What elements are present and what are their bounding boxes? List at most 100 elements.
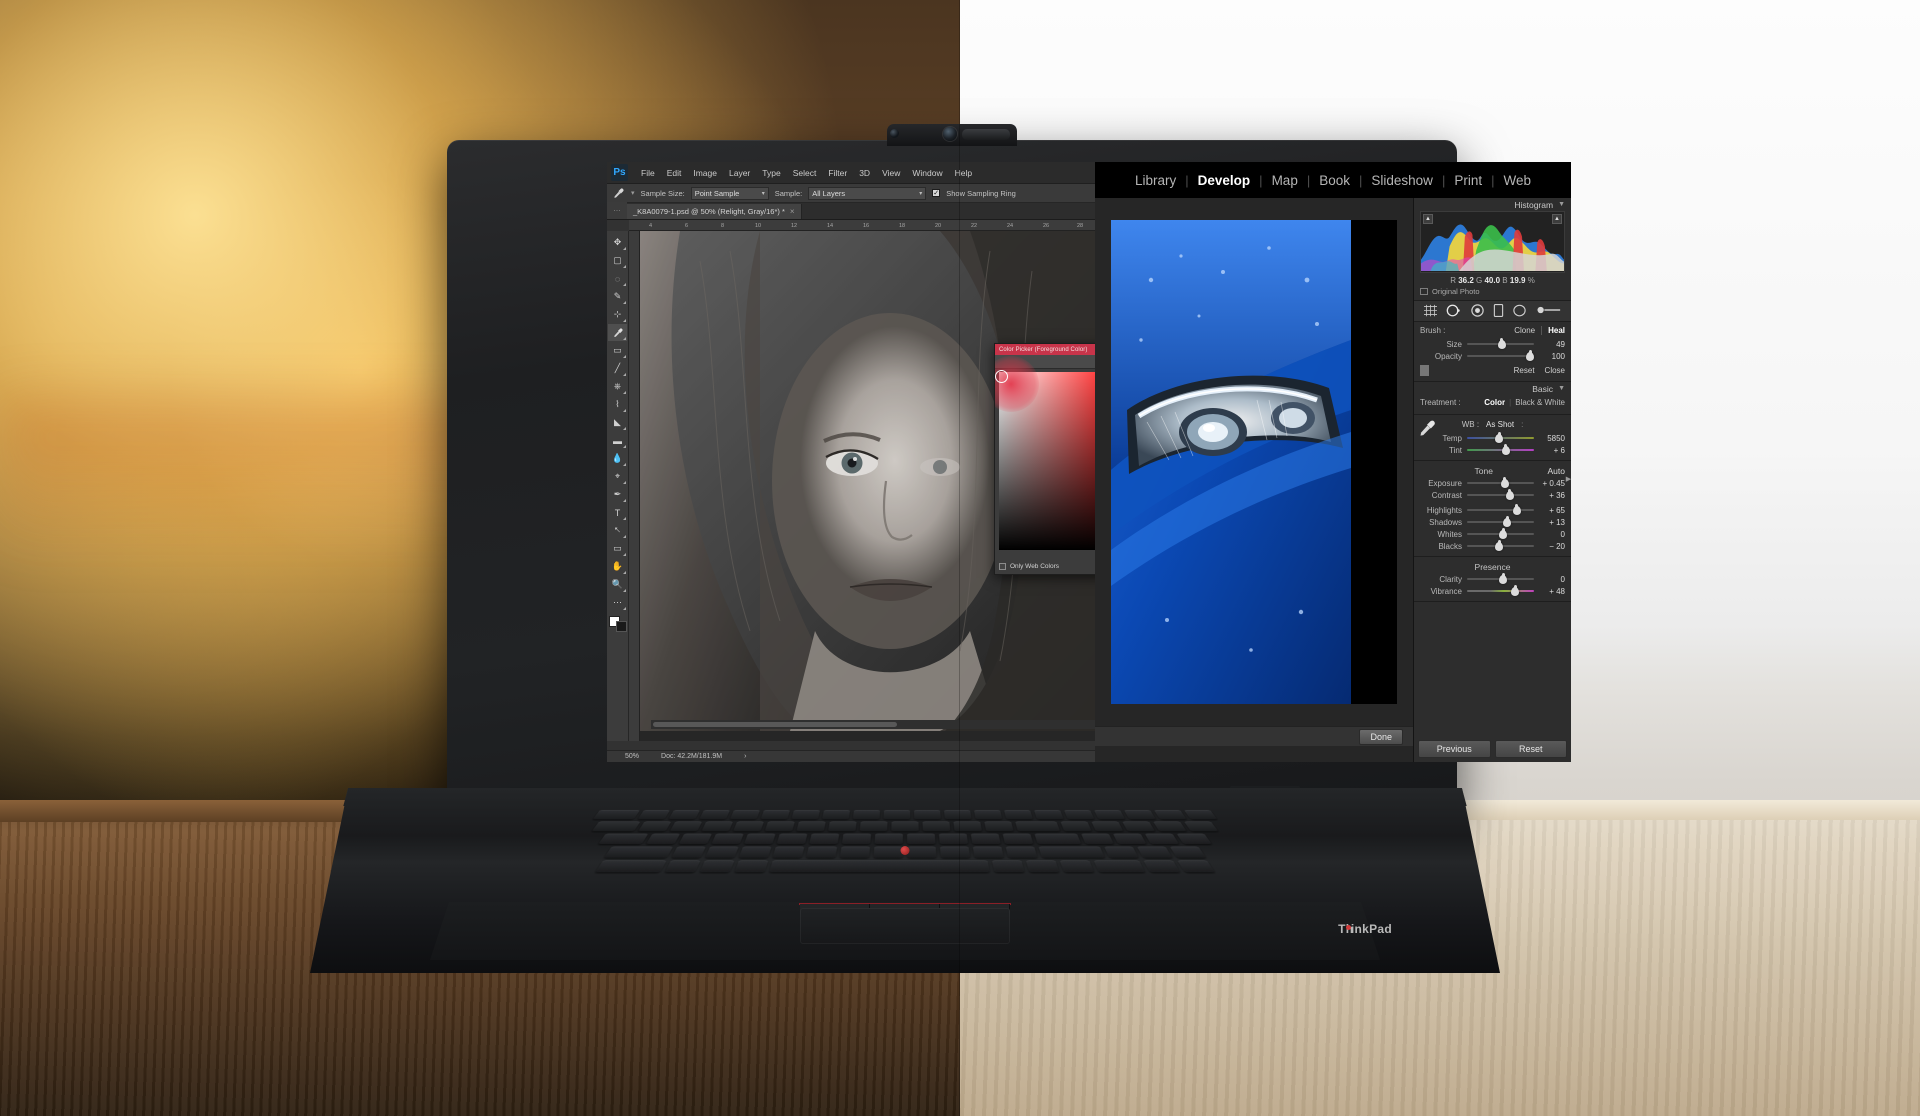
path-select-tool-icon[interactable]: ⭦	[608, 522, 627, 539]
tool-overlay-icon[interactable]	[1420, 365, 1429, 376]
graduated-filter-icon[interactable]	[1493, 303, 1504, 320]
clarity-slider[interactable]	[1467, 573, 1534, 585]
shape-tool-icon[interactable]: ▭	[608, 540, 627, 557]
module-slideshow[interactable]: Slideshow	[1362, 173, 1442, 188]
menu-image[interactable]: Image	[687, 168, 723, 178]
basic-panel-header[interactable]: Basic ▼	[1414, 382, 1571, 395]
more-tools-icon[interactable]: ⋯	[608, 594, 627, 611]
original-photo-row[interactable]: Original Photo	[1414, 287, 1571, 300]
clone-stamp-tool-icon[interactable]: ⎈	[608, 378, 627, 395]
keyboard[interactable]	[318, 810, 1493, 873]
module-web[interactable]: Web	[1494, 173, 1540, 188]
color-swatches[interactable]	[608, 616, 627, 632]
opacity-slider[interactable]	[1467, 350, 1534, 362]
spot-removal-icon[interactable]	[1446, 303, 1461, 320]
histogram-chart[interactable]: ▲ ▲	[1420, 211, 1565, 273]
module-map[interactable]: Map	[1263, 173, 1307, 188]
chevron-down-icon[interactable]: ▼	[1558, 201, 1565, 208]
module-library[interactable]: Library	[1126, 173, 1185, 188]
gradient-tool-icon[interactable]: ▬	[608, 432, 627, 449]
exposure-slider[interactable]	[1467, 477, 1534, 489]
menu-edit[interactable]: Edit	[661, 168, 688, 178]
previous-button[interactable]: Previous	[1418, 740, 1491, 758]
car-headlight-photo[interactable]	[1111, 220, 1397, 704]
menu-file[interactable]: File	[635, 168, 661, 178]
eraser-tool-icon[interactable]: ◣	[608, 414, 627, 431]
status-expand-icon[interactable]: ›	[744, 753, 746, 760]
brush-reset-button[interactable]: Reset	[1514, 366, 1535, 375]
canvas-horizontal-scrollbar[interactable]	[651, 720, 1095, 729]
red-eye-icon[interactable]	[1470, 303, 1485, 320]
treatment-bw-button[interactable]: Black & White	[1515, 398, 1565, 407]
move-tool-icon[interactable]: ✥	[608, 234, 627, 251]
document-tab[interactable]: _K8A0079-1.psd @ 50% (Relight, Gray/16*)…	[627, 204, 802, 219]
close-icon[interactable]: ×	[790, 207, 795, 216]
healing-brush-tool-icon[interactable]: ▭	[608, 342, 627, 359]
wb-preset-value[interactable]: As Shot	[1486, 420, 1514, 429]
dodge-tool-icon[interactable]: ⌖	[608, 468, 627, 485]
adjustment-brush-icon[interactable]	[1536, 304, 1562, 318]
background-color-swatch[interactable]	[615, 621, 627, 632]
menu-layer[interactable]: Layer	[723, 168, 756, 178]
trackpoint-icon[interactable]	[900, 846, 910, 855]
panel-collapse-arrow-icon[interactable]: ▶	[1565, 468, 1571, 490]
done-button[interactable]: Done	[1359, 728, 1403, 745]
pen-tool-icon[interactable]: ✒	[608, 486, 627, 503]
eyedropper-icon[interactable]	[612, 187, 625, 200]
wb-chevron-icon[interactable]: :	[1521, 420, 1523, 429]
sample-select[interactable]: All Layers ▾	[808, 186, 927, 200]
quick-select-tool-icon[interactable]: ✎	[608, 288, 627, 305]
history-brush-tool-icon[interactable]: ⌇	[608, 396, 627, 413]
module-develop[interactable]: Develop	[1189, 173, 1260, 188]
heal-button[interactable]: Heal	[1542, 326, 1565, 335]
only-web-colors-row[interactable]: Only Web Colors	[999, 563, 1059, 570]
menu-filter[interactable]: Filter	[822, 168, 853, 178]
crop-tool-icon[interactable]: ⊹	[608, 306, 627, 323]
menu-select[interactable]: Select	[787, 168, 823, 178]
hand-tool-icon[interactable]: ✋	[608, 558, 627, 575]
vibrance-slider[interactable]	[1467, 585, 1534, 597]
zoom-tool-icon[interactable]: 🔍	[608, 576, 627, 593]
brush-tool-icon[interactable]: ╱	[608, 360, 627, 377]
radial-filter-icon[interactable]	[1512, 303, 1527, 320]
temp-slider[interactable]	[1467, 432, 1534, 444]
sample-size-select[interactable]: Point Sample ▾	[690, 186, 769, 200]
show-sampling-ring-checkbox[interactable]: ✓	[932, 189, 941, 197]
only-web-colors-checkbox[interactable]	[999, 563, 1006, 570]
blacks-slider[interactable]	[1467, 540, 1534, 552]
clone-button[interactable]: Clone	[1514, 326, 1543, 335]
auto-tone-button[interactable]: Auto	[1548, 466, 1566, 476]
size-slider[interactable]	[1467, 338, 1534, 350]
menu-help[interactable]: Help	[949, 168, 978, 178]
lasso-tool-icon[interactable]: ◌	[608, 270, 627, 287]
brush-close-button[interactable]: Close	[1545, 366, 1565, 375]
eyedropper-tool-icon[interactable]	[608, 324, 627, 341]
contrast-slider[interactable]	[1467, 489, 1534, 501]
shadows-slider[interactable]	[1467, 516, 1534, 528]
trackpad[interactable]	[800, 908, 1010, 944]
chevron-down-icon[interactable]: ▼	[1558, 385, 1565, 392]
shadow-clipping-icon[interactable]: ▲	[1423, 214, 1433, 224]
highlights-slider[interactable]	[1467, 504, 1534, 516]
module-book[interactable]: Book	[1310, 173, 1359, 188]
type-tool-icon[interactable]: T	[608, 504, 627, 521]
blur-tool-icon[interactable]: 💧	[608, 450, 627, 467]
wb-eyedropper-icon[interactable]	[1419, 420, 1436, 439]
menu-view[interactable]: View	[876, 168, 906, 178]
treatment-color-button[interactable]: Color	[1484, 398, 1505, 407]
tool-preset-chevron-icon[interactable]: ▾	[631, 189, 635, 197]
module-print[interactable]: Print	[1445, 173, 1491, 188]
zoom-level[interactable]: 50%	[625, 753, 639, 760]
highlight-clipping-icon[interactable]: ▲	[1552, 214, 1562, 224]
menu-type[interactable]: Type	[756, 168, 786, 178]
tint-slider[interactable]	[1467, 444, 1534, 456]
panel-grip-icon[interactable]: ⋯	[607, 202, 627, 219]
menu-3d[interactable]: 3D	[853, 168, 876, 178]
marquee-tool-icon[interactable]: ▢	[608, 252, 627, 269]
whites-slider[interactable]	[1467, 528, 1534, 540]
menu-window[interactable]: Window	[906, 168, 948, 178]
privacy-shutter-icon[interactable]	[962, 129, 1010, 140]
histogram-header[interactable]: Histogram ▼	[1414, 198, 1571, 211]
crop-overlay-icon[interactable]	[1423, 304, 1438, 319]
reset-button[interactable]: Reset	[1494, 740, 1567, 758]
